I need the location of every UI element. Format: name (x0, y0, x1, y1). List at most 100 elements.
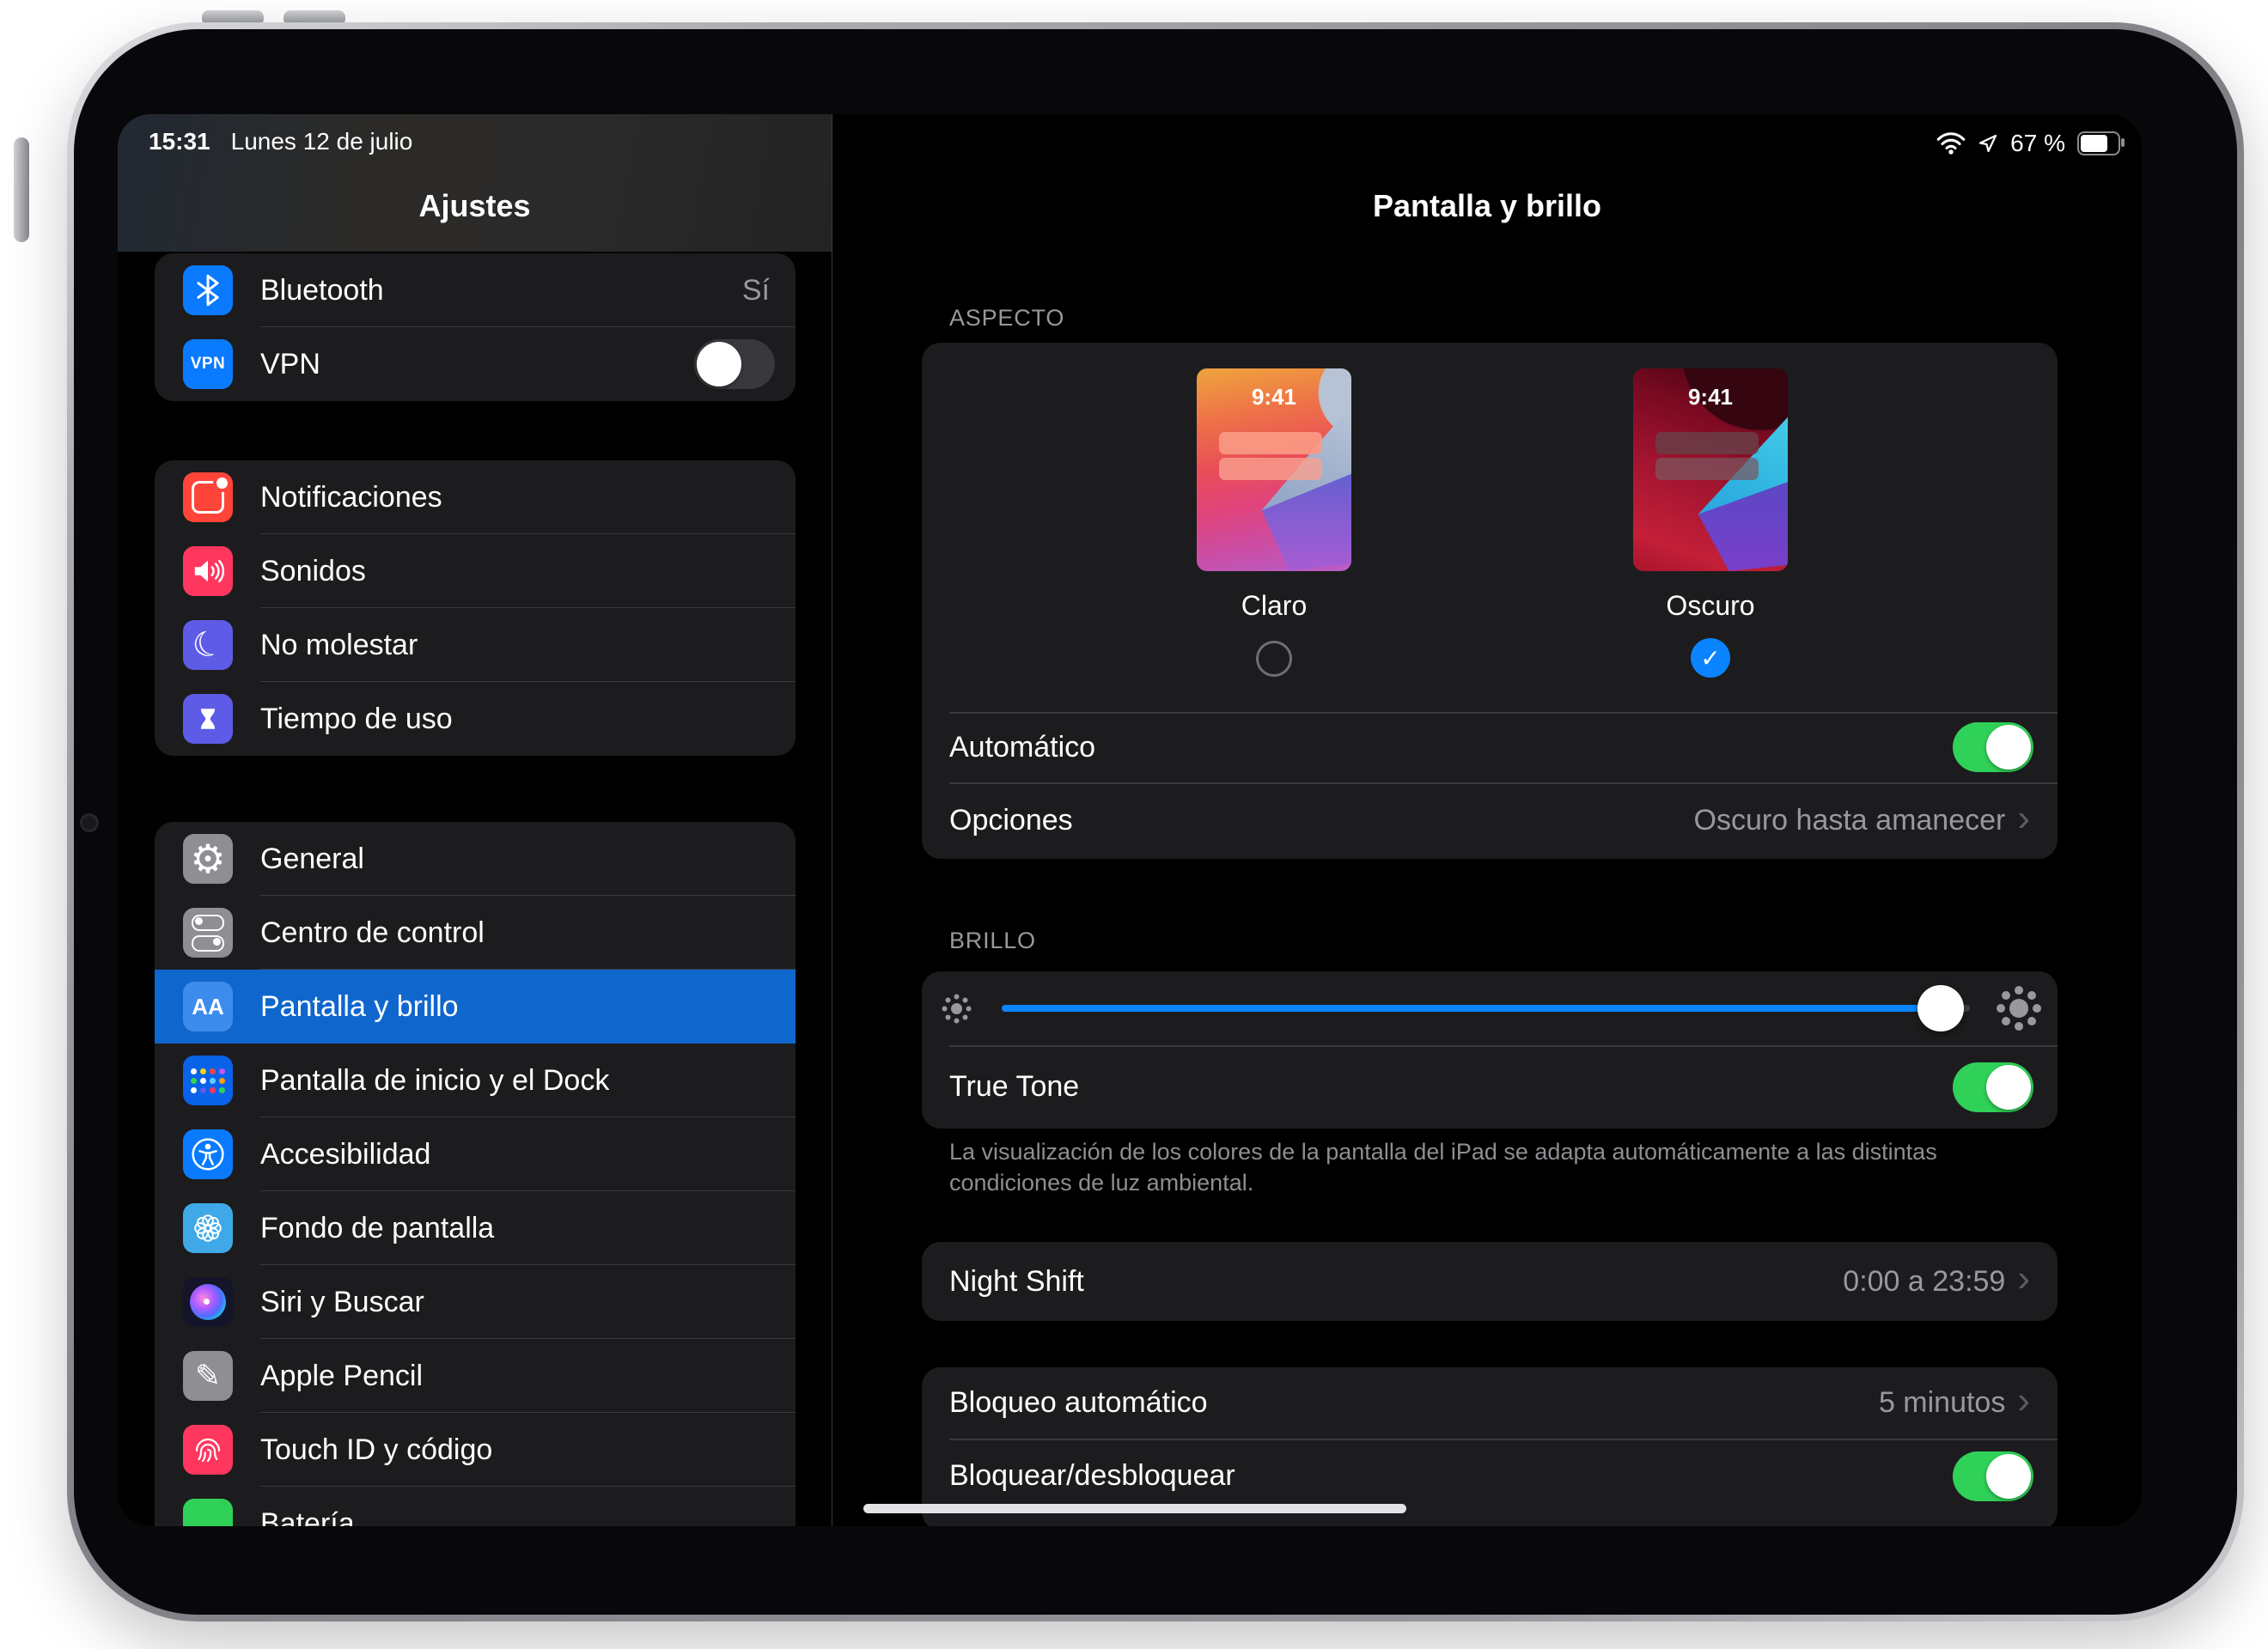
notification-pill (1219, 458, 1322, 480)
sidebar-item-label: Touch ID y código (260, 1433, 492, 1467)
true-tone-label: True Tone (949, 1070, 1079, 1104)
options-row[interactable]: Opciones Oscuro hasta amanecer › (922, 782, 2058, 859)
sidebar-item-accessibility[interactable]: Accesibilidad (155, 1117, 796, 1191)
lock-unlock-toggle[interactable] (1953, 1451, 2033, 1501)
wallpaper-icon (183, 1203, 233, 1253)
sidebar-item-label: Notificaciones (260, 481, 442, 514)
auto-lock-value: 5 minutos (1879, 1386, 2005, 1420)
sidebar-item-label: Sonidos (260, 555, 366, 588)
apple-pencil-icon: ✎ (183, 1351, 233, 1401)
bluetooth-status-value: Sí (742, 274, 770, 307)
home-indicator[interactable] (863, 1504, 1406, 1513)
options-label: Opciones (949, 804, 1073, 837)
accessibility-icon (183, 1129, 233, 1179)
location-arrow-icon (1978, 133, 1998, 154)
battery-fill (2081, 135, 2107, 152)
sidebar-item-notifications[interactable]: Notificaciones (155, 460, 796, 534)
sidebar-item-label: Apple Pencil (260, 1360, 423, 1393)
sidebar-item-label: General (260, 843, 364, 876)
sidebar-item-label: Siri y Buscar (260, 1286, 424, 1319)
brightness-slider[interactable] (1002, 1005, 1970, 1012)
notification-pill (1219, 432, 1322, 454)
screen: 15:31 Lunes 12 de julio Ajustes Bluetoot… (118, 114, 2142, 1526)
sounds-icon (183, 546, 233, 596)
automatic-label: Automático (949, 731, 1095, 764)
status-bar-right: 67 % (1936, 130, 2120, 157)
options-value: Oscuro hasta amanecer (1694, 804, 2006, 837)
screen-time-icon (183, 694, 233, 744)
auto-lock-label: Bloqueo automático (949, 1386, 1208, 1420)
sidebar-item-wallpaper[interactable]: Fondo de pantalla (155, 1191, 796, 1265)
sidebar-item-label: Batería (260, 1507, 355, 1527)
battery-icon (2077, 131, 2120, 155)
true-tone-toggle[interactable] (1953, 1062, 2033, 1112)
automatic-row[interactable]: Automático (922, 712, 2058, 782)
sidebar-item-label: Bluetooth (260, 274, 384, 307)
dark-mode-check[interactable]: ✓ (1691, 638, 1730, 678)
appearance-card: 9:41 9:41 Claro Oscuro ✓ Automático (922, 343, 2058, 859)
dark-mode-label: Oscuro (1633, 590, 1788, 622)
night-shift-label: Night Shift (949, 1265, 1084, 1299)
siri-icon (183, 1277, 233, 1327)
light-mode-radio[interactable] (1256, 641, 1292, 677)
auto-lock-row[interactable]: Bloqueo automático 5 minutos › (922, 1367, 2058, 1439)
touch-id-icon (183, 1425, 233, 1475)
true-tone-footnote: La visualización de los colores de la pa… (949, 1136, 2040, 1198)
sidebar-item-home-screen-dock[interactable]: Pantalla de inicio y el Dock (155, 1044, 796, 1117)
sidebar-item-label: Fondo de pantalla (260, 1212, 494, 1245)
sidebar-item-label: Centro de control (260, 916, 485, 950)
display-brightness-panel: 67 % Pantalla y brillo ASPECTO 9:41 (832, 114, 2142, 1526)
bluetooth-icon (183, 265, 233, 315)
sidebar-item-touch-id[interactable]: Touch ID y código (155, 1413, 796, 1487)
sidebar-group-connectivity: Bluetooth Sí VPN VPN (155, 253, 796, 401)
do-not-disturb-icon: ☾ (183, 620, 233, 670)
brightness-slider-fill (1002, 1005, 1941, 1012)
sidebar-item-label: Tiempo de uso (260, 703, 453, 736)
status-date: Lunes 12 de julio (231, 128, 413, 155)
notifications-icon (183, 472, 233, 522)
notification-pill (1655, 432, 1759, 454)
toggle-knob (1986, 725, 2031, 770)
brightness-slider-thumb[interactable] (1917, 985, 1964, 1031)
sidebar-item-display-brightness[interactable]: AA Pantalla y brillo (155, 970, 796, 1044)
night-shift-row[interactable]: Night Shift 0:00 a 23:59 › (922, 1242, 2058, 1321)
automatic-toggle[interactable] (1953, 722, 2033, 772)
vpn-toggle[interactable] (694, 339, 775, 389)
lock-unlock-label: Bloquear/desbloquear (949, 1459, 1235, 1493)
brightness-low-icon (951, 1003, 962, 1014)
sidebar-group-main: ⚙ General Centro de control AA Pantalla … (155, 822, 796, 1526)
sidebar-item-bluetooth[interactable]: Bluetooth Sí (155, 253, 796, 327)
status-bar-left: 15:31 Lunes 12 de julio (149, 128, 412, 155)
sidebar-group-notifications: Notificaciones Sonidos ☾ No molestar (155, 460, 796, 756)
sidebar-item-control-center[interactable]: Centro de control (155, 896, 796, 970)
sidebar-item-label: VPN (260, 348, 320, 381)
sidebar-item-general[interactable]: ⚙ General (155, 822, 796, 896)
thumbnail-time: 9:41 (1633, 384, 1788, 411)
section-label-brillo: BRILLO (949, 928, 1036, 954)
sidebar-item-do-not-disturb[interactable]: ☾ No molestar (155, 608, 796, 682)
sidebar-item-screen-time[interactable]: Tiempo de uso (155, 682, 796, 756)
light-mode-label: Claro (1197, 590, 1351, 622)
wifi-icon (1936, 132, 1966, 155)
lock-unlock-row[interactable]: Bloquear/desbloquear (922, 1439, 2058, 1513)
sidebar-title: Ajustes (118, 188, 832, 224)
home-screen-icon (183, 1056, 233, 1105)
gear-icon: ⚙ (183, 834, 233, 884)
check-icon: ✓ (1700, 644, 1720, 672)
sidebar-item-siri-search[interactable]: Siri y Buscar (155, 1265, 796, 1339)
toggle-knob (697, 342, 741, 386)
toggle-knob (1986, 1454, 2031, 1499)
ipad-device: 15:31 Lunes 12 de julio Ajustes Bluetoot… (67, 22, 2244, 1622)
sidebar-item-apple-pencil[interactable]: ✎ Apple Pencil (155, 1339, 796, 1413)
sidebar-item-sounds[interactable]: Sonidos (155, 534, 796, 608)
sidebar-item-vpn[interactable]: VPN VPN (155, 327, 796, 401)
battery-icon (183, 1499, 233, 1526)
sidebar-item-battery[interactable]: Batería (155, 1487, 796, 1526)
true-tone-row[interactable]: True Tone (922, 1045, 2058, 1129)
sidebar-item-label: No molestar (260, 629, 418, 662)
light-mode-thumbnail[interactable]: 9:41 (1197, 368, 1351, 571)
dark-mode-thumbnail[interactable]: 9:41 (1633, 368, 1788, 571)
front-camera (82, 816, 96, 830)
sidebar-item-label: Pantalla de inicio y el Dock (260, 1064, 609, 1098)
toggle-knob (1986, 1065, 2031, 1110)
